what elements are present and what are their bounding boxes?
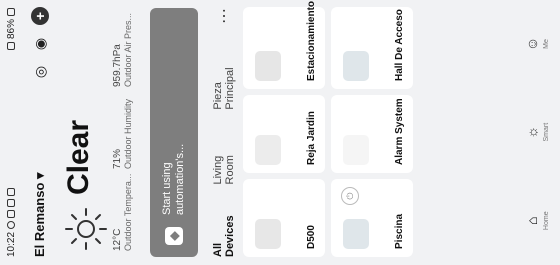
alarm-icon — [343, 135, 369, 165]
home-selector[interactable]: El Remanso ▾ — [32, 172, 48, 257]
notification-icon — [7, 220, 15, 229]
device-name: Piscina — [394, 213, 405, 249]
power-icon[interactable]: ⏻ — [341, 187, 359, 205]
device-card[interactable]: D500 — [243, 179, 325, 257]
battery-level: 86% — [5, 19, 17, 40]
status-right: 86% — [5, 8, 17, 51]
gate-icon — [255, 135, 281, 165]
phone-screen: 10:22 86% El Remanso ▾ ◎ ◉ + Clear 12°C … — [0, 0, 560, 265]
home-header: El Remanso ▾ ◎ ◉ + — [28, 7, 52, 257]
sun-icon — [65, 208, 107, 250]
smart-icon: ☼ — [523, 125, 540, 139]
scan-icon[interactable]: ◎ — [31, 63, 49, 81]
status-bar: 10:22 86% — [0, 0, 22, 265]
weather-humidity-label: Outdoor Humidity — [123, 98, 133, 169]
me-icon: ☺ — [523, 36, 540, 52]
notification-icon — [7, 198, 15, 207]
add-button[interactable]: + — [31, 7, 49, 25]
automation-text: Start using automation's... — [161, 144, 187, 215]
automation-banner[interactable]: ◆ Start using automation's... — [150, 8, 198, 257]
nav-me-label: Me — [542, 39, 550, 49]
weather-panel[interactable]: Clear 12°C Outdoor Tempera... 71% Outdoo… — [60, 7, 146, 257]
tab-all-devices[interactable]: All Devices — [212, 202, 236, 257]
notification-icon — [7, 187, 15, 196]
device-name: Estacionamiento — [306, 0, 317, 81]
weather-temp: 12°C — [112, 228, 123, 251]
camera-icon — [343, 51, 369, 81]
home-actions: ◎ ◉ + — [31, 7, 49, 81]
weather-state: Clear — [62, 119, 95, 195]
pool-icon — [343, 219, 369, 249]
tabs-more-icon[interactable]: ⋯ — [214, 7, 234, 24]
tab-pieza-principal[interactable]: Pieza Principal — [212, 42, 236, 109]
nav-smart-label: Smart — [542, 122, 550, 142]
notification-icon — [7, 209, 15, 218]
device-card[interactable]: Reja Jardin — [243, 95, 325, 173]
tab-living-room[interactable]: Living Room — [212, 128, 236, 184]
status-time: 10:22 — [5, 231, 17, 257]
signal-icon — [7, 42, 15, 51]
device-card[interactable]: Estacionamiento — [243, 1, 325, 89]
weather-humidity-block: 71% Outdoor Humidity — [112, 99, 133, 169]
weather-humidity: 71% — [112, 148, 123, 169]
nav-home-label: Home — [542, 211, 550, 231]
weather-temp-block: 12°C Outdoor Tempera... — [112, 174, 133, 251]
parking-icon — [255, 51, 281, 81]
device-name: Reja Jardin — [306, 111, 317, 165]
automation-line1: Start using — [161, 162, 173, 215]
weather-pressure-label: Outdoor Air Pres... — [123, 12, 133, 87]
device-card[interactable]: Hall De Acceso — [331, 7, 413, 89]
device-name: Hall De Acceso — [394, 9, 405, 81]
weather-pressure-block: 959.7hPa Outdoor Air Pres... — [112, 13, 133, 87]
nav-home[interactable]: ⌂ Home — [523, 211, 550, 230]
nav-smart[interactable]: ☼ Smart — [523, 123, 550, 142]
device-name: D500 — [306, 225, 317, 249]
voice-icon[interactable]: ◉ — [31, 35, 49, 53]
bottom-navigation: ⌂ Home ☼ Smart ☺ Me — [512, 0, 560, 265]
home-icon: ⌂ — [523, 216, 540, 225]
tag-icon: ◆ — [165, 227, 183, 245]
automation-line2: automation's... — [174, 143, 186, 215]
room-tabs: All Devices Living Room Pieza Principal … — [212, 7, 236, 257]
device-card[interactable]: Piscina ⏻ — [331, 179, 413, 257]
weather-temp-label: Outdoor Tempera... — [123, 173, 133, 251]
status-left: 10:22 — [5, 187, 17, 257]
robot-vacuum-icon — [255, 219, 281, 249]
device-name: Alarm System — [394, 98, 405, 165]
nav-me[interactable]: ☺ Me — [523, 35, 550, 53]
device-card[interactable]: Alarm System — [331, 95, 413, 173]
weather-pressure: 959.7hPa — [112, 44, 123, 87]
battery-icon — [7, 8, 15, 16]
viewport: 10:22 86% El Remanso ▾ ◎ ◉ + Clear 12°C … — [0, 0, 560, 265]
